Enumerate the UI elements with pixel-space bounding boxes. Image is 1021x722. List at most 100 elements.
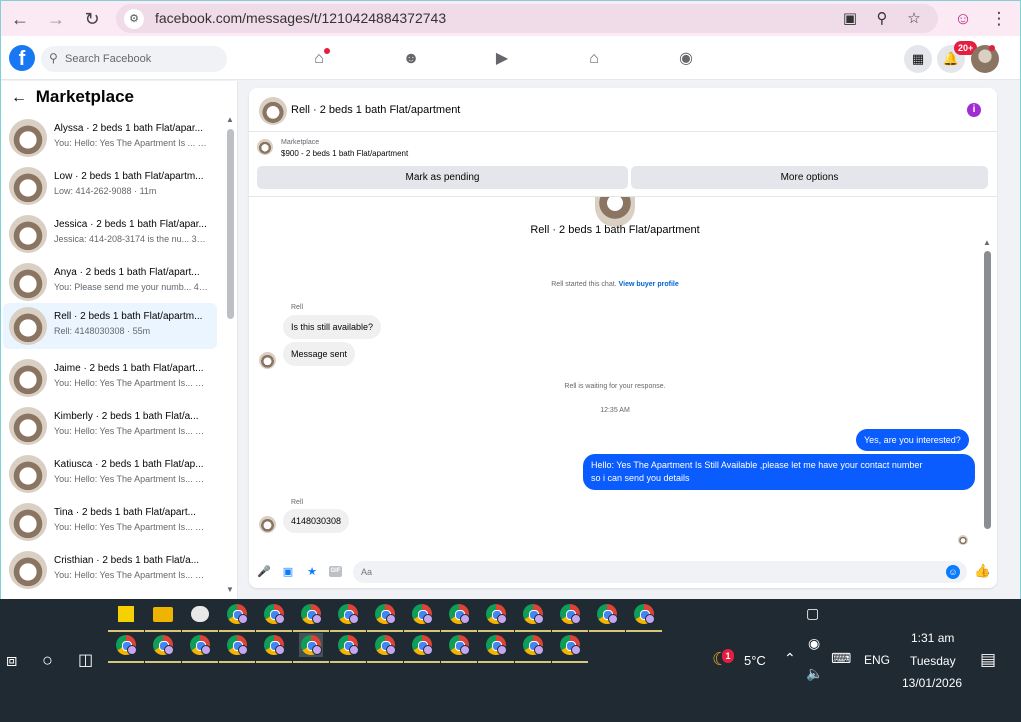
chrome-app[interactable] [330,633,366,663]
menu-grid-icon[interactable]: ▦ [904,45,932,73]
sticker-icon[interactable]: ★ [305,565,319,579]
gif-icon[interactable]: GIF [329,566,342,577]
chat-scrollbar[interactable] [984,251,991,529]
chrome-app[interactable] [108,633,144,663]
more-options-button[interactable]: More options [631,166,988,189]
emoji-icon[interactable]: ☺ [946,565,960,579]
sticky-notes-app[interactable] [108,602,144,632]
fb-search-box[interactable]: ⚲ Search Facebook [41,46,227,72]
conversation-item[interactable]: Katiusca · 2 beds 1 bath Flat/ap... You:… [3,451,217,497]
scroll-up-arrow-icon[interactable]: ▲ [226,115,234,124]
chrome-app[interactable] [515,602,551,632]
menu-dots-icon[interactable]: ⋮ [987,7,1011,31]
sidebar-scrollbar[interactable] [227,129,234,319]
screen: ← → ↻ ⚙ facebook.com/messages/t/12104248… [0,0,1021,722]
clock-day[interactable]: Tuesday [910,654,956,668]
bookmark-star-icon[interactable]: ☆ [904,9,924,29]
search-circle-icon[interactable]: ○ [42,650,53,671]
chrome-app[interactable] [441,633,477,663]
account-avatar[interactable] [971,45,999,73]
conversation-item[interactable]: Jaime · 2 beds 1 bath Flat/apart... You:… [3,355,217,401]
view-buyer-profile-link[interactable]: View buyer profile [619,281,679,288]
chrome-app[interactable] [293,602,329,632]
incoming-message: Message sent [283,342,356,366]
mark-pending-button[interactable]: Mark as pending [257,166,628,189]
chrome-app[interactable] [478,633,514,663]
install-app-icon[interactable]: ▣ [840,9,860,29]
chrome-app[interactable] [367,633,403,663]
paint-app[interactable] [182,602,218,632]
profile-icon[interactable]: ☺ [951,7,975,31]
marketplace-sidebar: ← Marketplace Alyssa · 2 beds 1 bath Fla… [1,81,238,599]
file-explorer-app[interactable] [145,602,181,632]
thumbs-up-icon[interactable]: 👍 [974,563,990,579]
task-view-icon[interactable]: ◫ [78,650,93,670]
facebook-logo[interactable]: f [9,45,35,71]
clock-time[interactable]: 1:31 am [911,631,954,645]
chrome-app[interactable] [552,633,588,663]
chrome-app[interactable] [441,602,477,632]
friends-icon[interactable]: ☻ [399,48,423,70]
chrome-app[interactable] [145,633,181,663]
site-info-icon[interactable]: ⚙ [124,9,144,29]
tray-chevron-icon[interactable]: ⌃ [784,650,796,667]
webcam-icon[interactable]: ◉ [808,635,820,652]
chrome-app[interactable] [626,602,662,632]
keyboard-icon[interactable]: ⌨ [831,650,851,667]
conversation-item[interactable]: Anya · 2 beds 1 bath Flat/apart... You: … [3,259,217,305]
back-arrow-icon[interactable]: ← [11,89,31,107]
microphone-icon[interactable]: 🎤 [257,565,271,579]
marketplace-icon[interactable]: ⌂ [582,48,606,70]
conversation-snippet: You: Hello: Yes The Apartment Is... 56m [54,570,209,580]
avatar [9,407,47,445]
url-text[interactable]: facebook.com/messages/t/1210424884372743 [155,10,446,26]
chat-title[interactable]: Rell · 2 beds 1 bath Flat/apartment [291,104,460,116]
reload-icon[interactable]: ↻ [80,7,104,31]
forward-arrow-icon[interactable]: → [44,7,68,31]
video-icon[interactable]: ▶ [490,48,514,70]
scroll-down-arrow-icon[interactable]: ▼ [226,585,234,594]
network-monitor-icon[interactable]: ▢ [806,605,819,622]
conversation-item[interactable]: Alyssa · 2 beds 1 bath Flat/apar... You:… [3,115,217,161]
photo-icon[interactable]: ▣ [281,565,295,579]
chrome-app[interactable] [367,602,403,632]
chrome-app[interactable] [515,633,551,663]
groups-icon[interactable]: ◉ [674,48,698,70]
contact-avatar[interactable] [259,97,287,125]
zoom-icon[interactable]: ⚲ [872,9,892,29]
info-icon[interactable]: i [967,103,981,117]
sender-name: Rell [291,304,304,311]
marketplace-listing[interactable]: Marketplace $900 - 2 beds 1 bath Flat/ap… [249,133,997,163]
conversation-item[interactable]: Tina · 2 beds 1 bath Flat/apart... You: … [3,499,217,545]
sender-name: Rell [291,499,304,506]
clock-date[interactable]: 13/01/2026 [902,676,962,690]
address-bar[interactable]: ⚙ facebook.com/messages/t/12104248843727… [116,4,938,33]
back-arrow-icon[interactable]: ← [8,7,32,31]
chrome-app-active[interactable] [293,633,329,663]
chrome-app[interactable] [404,602,440,632]
chrome-app[interactable] [256,633,292,663]
windows-start-icon[interactable]: ⧈ [6,650,17,671]
weather-temperature[interactable]: 5°C [744,653,766,668]
message-input[interactable] [353,561,967,583]
conversation-item[interactable]: Cristhian · 2 beds 1 bath Flat/a... You:… [3,547,217,593]
volume-icon[interactable]: 🔈 [806,665,823,682]
chrome-app[interactable] [219,633,255,663]
scroll-up-arrow-icon[interactable]: ▲ [983,238,991,247]
chrome-app[interactable] [478,602,514,632]
windows-taskbar: ⧈ ○ ◫ ▢ ◉ 🔈 ☾ 1 5°C ⌃ ⌨ ENG 1:31 am Tues… [0,599,1021,722]
conversation-item[interactable]: Low · 2 beds 1 bath Flat/apartm... Low: … [3,163,217,209]
chrome-app[interactable] [330,602,366,632]
language-indicator[interactable]: ENG [864,653,890,667]
conversation-item[interactable]: Jessica · 2 beds 1 bath Flat/apar... Jes… [3,211,217,257]
conversation-item[interactable]: Kimberly · 2 beds 1 bath Flat/a... You: … [3,403,217,449]
chrome-app[interactable] [589,602,625,632]
chrome-app[interactable] [182,633,218,663]
chrome-app[interactable] [219,602,255,632]
chrome-app[interactable] [256,602,292,632]
notification-center-icon[interactable]: ▤ [980,650,996,670]
chrome-app[interactable] [552,602,588,632]
chrome-app[interactable] [404,633,440,663]
conversation-item-active[interactable]: Rell · 2 beds 1 bath Flat/apartm... Rell… [3,303,217,349]
conversation-name: Rell · 2 beds 1 bath Flat/apartm... [54,311,203,322]
